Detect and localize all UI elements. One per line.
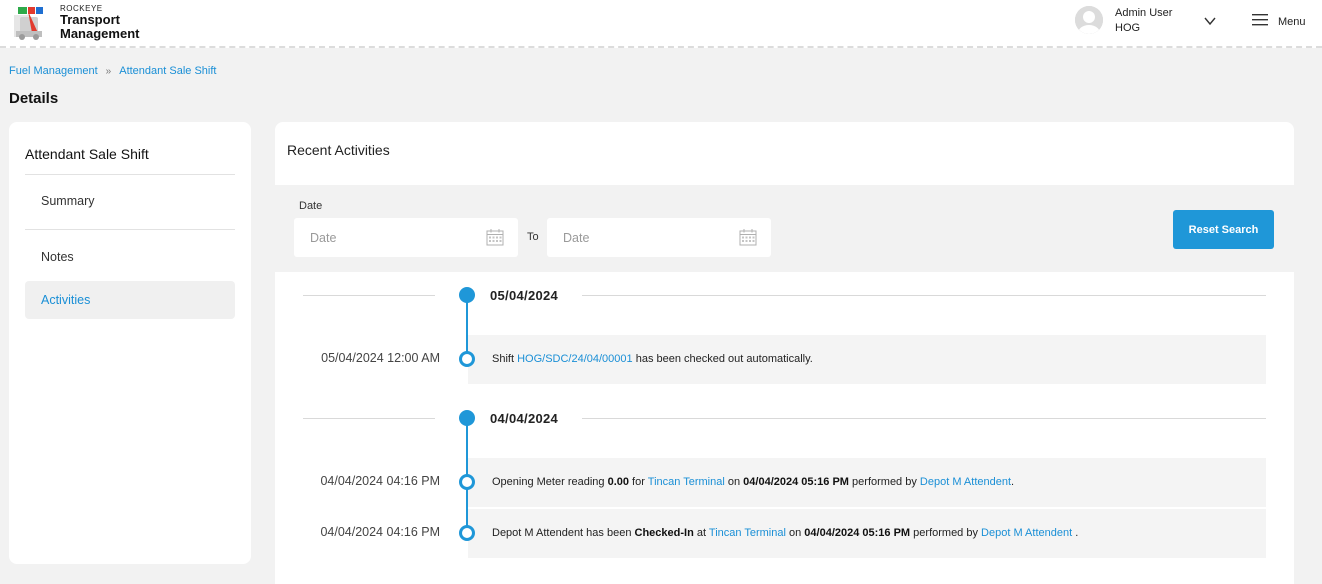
timeline-date-marker	[459, 410, 475, 426]
timeline-entry-marker	[459, 351, 475, 367]
to-label: To	[527, 231, 539, 243]
activity-text: Depot M Attendent has been Checked-In at…	[492, 527, 1078, 539]
activity-time: 05/04/2024 12:00 AM	[321, 351, 440, 365]
timeline-divider	[303, 418, 435, 419]
recent-activities-panel: Recent Activities Date To	[275, 122, 1294, 584]
from-date-field[interactable]	[294, 218, 518, 257]
divider	[25, 174, 235, 175]
timeline-group-date: 04/04/2024	[490, 411, 559, 426]
page-title: Details	[9, 90, 59, 107]
timeline-divider	[582, 418, 1266, 419]
text-part: performed by	[910, 527, 982, 539]
breadcrumb-attendant-sale-shift[interactable]: Attendant Sale Shift	[119, 65, 216, 77]
recent-activities-title: Recent Activities	[287, 142, 390, 158]
timeline-divider	[303, 295, 435, 296]
activity-text: Opening Meter reading 0.00 for Tincan Te…	[492, 476, 1014, 488]
activity-time: 04/04/2024 04:16 PM	[320, 474, 440, 488]
shift-link[interactable]: HOG/SDC/24/04/00001	[517, 353, 633, 365]
brand-line2: Management	[60, 26, 140, 41]
user-name: Admin User	[1115, 7, 1173, 19]
breadcrumb-separator-icon: »	[105, 65, 112, 77]
activity-datetime: 04/04/2024 05:16 PM	[743, 476, 849, 488]
to-date-field[interactable]	[547, 218, 771, 257]
menu-label: Menu	[1278, 15, 1306, 28]
user-info[interactable]: Admin User HOG	[1115, 6, 1172, 36]
activity-text: Shift HOG/SDC/24/04/00001 has been check…	[492, 353, 813, 365]
breadcrumb-fuel-management[interactable]: Fuel Management	[9, 65, 98, 77]
rockeye-logo-icon[interactable]	[14, 5, 54, 41]
date-label: Date	[299, 200, 323, 212]
chevron-down-icon[interactable]	[1203, 14, 1217, 28]
text-part: for	[629, 476, 648, 488]
text-part: on	[724, 476, 744, 488]
nav-item-activities[interactable]: Activities	[25, 281, 235, 319]
activity-time: 04/04/2024 04:16 PM	[320, 525, 440, 539]
user-avatar[interactable]	[1075, 6, 1103, 34]
attendant-link[interactable]: Depot M Attendent	[920, 476, 1011, 488]
nav-item-notes[interactable]: Notes	[25, 238, 235, 276]
calendar-icon[interactable]	[739, 229, 757, 246]
divider	[25, 229, 235, 230]
attendant-link[interactable]: Depot M Attendent	[981, 527, 1072, 539]
text-part: on	[785, 527, 805, 539]
user-org: HOG	[1115, 22, 1141, 34]
brand-name: ROCKEYE Transport Management	[60, 4, 139, 41]
hamburger-icon	[1252, 14, 1268, 29]
timeline-divider	[582, 295, 1266, 296]
meter-value: 0.00	[607, 476, 629, 488]
text-part: at	[693, 527, 709, 539]
text-part: Opening Meter reading	[492, 476, 608, 488]
top-header: ROCKEYE Transport Management Admin User …	[0, 0, 1322, 48]
left-panel-title: Attendant Sale Shift	[25, 146, 149, 162]
timeline-entry-marker	[459, 474, 475, 490]
left-nav-panel: Attendant Sale Shift Summary Notes Activ…	[9, 122, 251, 564]
breadcrumb: Fuel Management » Attendant Sale Shift	[9, 65, 216, 77]
text-part: has been checked out automatically.	[632, 353, 813, 365]
activity-datetime: 04/04/2024 05:16 PM	[804, 527, 911, 539]
terminal-link[interactable]: Tincan Terminal	[709, 527, 786, 539]
from-date-input[interactable]	[294, 218, 474, 257]
timeline-entry-marker	[459, 525, 475, 541]
reset-search-button[interactable]: Reset Search	[1173, 210, 1274, 249]
terminal-link[interactable]: Tincan Terminal	[648, 476, 725, 488]
brand-line1: Transport	[60, 12, 120, 27]
text-part: Shift	[492, 353, 518, 365]
to-date-input[interactable]	[547, 218, 727, 257]
text-part: Depot M Attendent has been	[492, 527, 635, 539]
date-filter-bar: Date To	[275, 185, 1294, 272]
text-part: .	[1072, 527, 1079, 539]
menu-button[interactable]: Menu	[1252, 14, 1306, 29]
timeline-group-date: 05/04/2024	[490, 288, 559, 303]
text-part: performed by	[848, 476, 920, 488]
checkin-status: Checked-In	[634, 527, 694, 539]
calendar-icon[interactable]	[486, 229, 504, 246]
nav-item-summary[interactable]: Summary	[25, 182, 235, 220]
text-part: .	[1011, 476, 1015, 488]
timeline-date-marker	[459, 287, 475, 303]
